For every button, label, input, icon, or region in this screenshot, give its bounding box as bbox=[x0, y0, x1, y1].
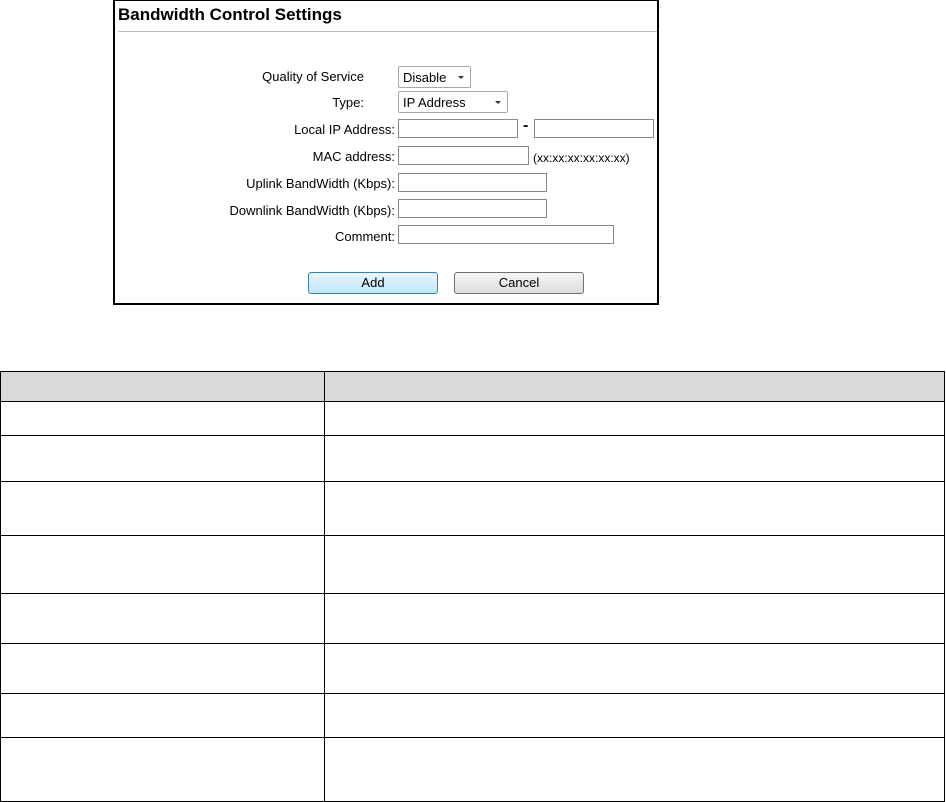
table-cell bbox=[0, 737, 325, 802]
title-divider bbox=[118, 31, 657, 32]
cancel-button[interactable]: Cancel bbox=[454, 272, 584, 294]
local-ip-label: Local IP Address: bbox=[294, 122, 395, 137]
uplink-bandwidth-label: Uplink BandWidth (Kbps): bbox=[246, 176, 395, 191]
mac-format-hint: (xx:xx:xx:xx:xx:xx) bbox=[533, 151, 630, 165]
comment-input[interactable] bbox=[398, 225, 614, 244]
mac-address-input[interactable] bbox=[398, 146, 529, 165]
table-cell bbox=[324, 535, 945, 594]
table-cell bbox=[324, 643, 945, 694]
table-header-row bbox=[0, 371, 945, 402]
table-row bbox=[0, 693, 945, 738]
table-row bbox=[0, 643, 945, 694]
table-cell bbox=[0, 481, 325, 536]
table-row bbox=[0, 435, 945, 482]
table-cell bbox=[324, 693, 945, 738]
qos-select[interactable]: Disable bbox=[398, 66, 471, 88]
table-cell bbox=[324, 435, 945, 482]
table-cell bbox=[0, 593, 325, 644]
type-select[interactable]: IP Address bbox=[398, 91, 508, 113]
table-row bbox=[0, 535, 945, 594]
table-row bbox=[0, 737, 945, 802]
ip-range-separator: - bbox=[523, 117, 529, 134]
table-row bbox=[0, 401, 945, 436]
table-cell bbox=[0, 643, 325, 694]
local-ip-end-input[interactable] bbox=[534, 119, 654, 138]
comment-label: Comment: bbox=[335, 229, 395, 244]
table-cell bbox=[324, 593, 945, 644]
table-cell bbox=[0, 435, 325, 482]
table-row bbox=[0, 593, 945, 644]
bandwidth-control-panel: Bandwidth Control Settings Quality of Se… bbox=[113, 0, 659, 305]
panel-title: Bandwidth Control Settings bbox=[118, 5, 342, 24]
table-cell bbox=[0, 401, 325, 436]
table-cell bbox=[0, 535, 325, 594]
downlink-bandwidth-label: Downlink BandWidth (Kbps): bbox=[229, 203, 395, 218]
parameter-table bbox=[0, 371, 945, 802]
type-label: Type: bbox=[332, 95, 364, 110]
table-header-cell bbox=[324, 371, 945, 402]
type-select-value: IP Address bbox=[403, 95, 466, 110]
qos-select-value: Disable bbox=[403, 70, 447, 85]
table-header-cell bbox=[0, 371, 325, 402]
qos-label: Quality of Service bbox=[262, 69, 364, 84]
chevron-down-icon bbox=[495, 101, 501, 104]
mac-address-label: MAC address: bbox=[312, 149, 395, 164]
table-cell bbox=[324, 401, 945, 436]
table-cell bbox=[0, 693, 325, 738]
uplink-bandwidth-input[interactable] bbox=[398, 173, 547, 192]
table-cell bbox=[324, 481, 945, 536]
add-button[interactable]: Add bbox=[308, 272, 438, 294]
table-row bbox=[0, 481, 945, 536]
local-ip-start-input[interactable] bbox=[398, 119, 518, 138]
table-cell bbox=[324, 737, 945, 802]
chevron-down-icon bbox=[458, 76, 464, 79]
downlink-bandwidth-input[interactable] bbox=[398, 199, 547, 218]
